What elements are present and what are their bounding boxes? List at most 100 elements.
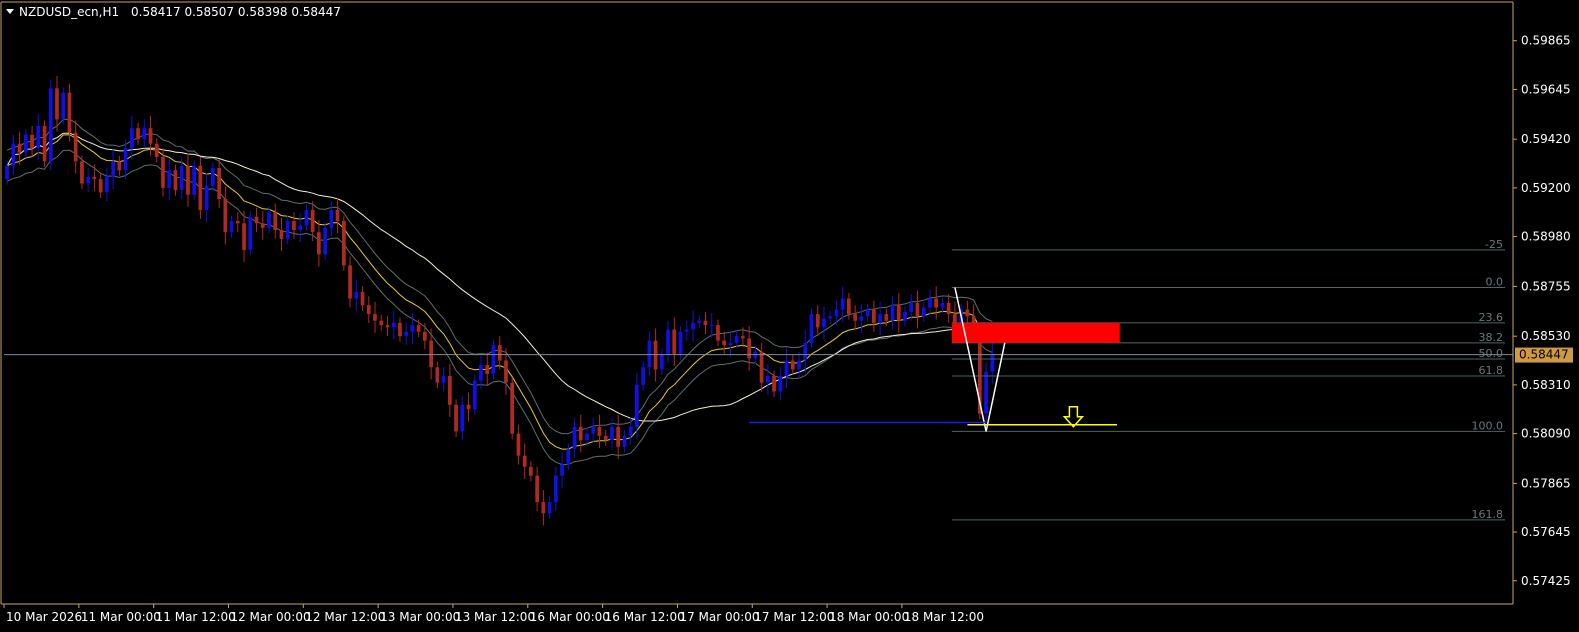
candle-body	[815, 314, 820, 328]
candle-body	[260, 223, 265, 228]
candle-body	[896, 305, 901, 321]
candle-body	[728, 342, 733, 345]
fib-level-label: 0.0	[1486, 276, 1504, 289]
candle-body	[884, 314, 889, 321]
candle-body	[903, 311, 907, 321]
candle-body	[154, 143, 159, 157]
candle-body	[890, 305, 895, 321]
candle-body	[479, 365, 483, 381]
time-tick-label: 13 Mar 00:00	[380, 610, 460, 624]
candle-body	[672, 329, 677, 354]
candle-body	[310, 210, 315, 233]
candle-body	[329, 210, 334, 228]
candle-body	[822, 318, 826, 328]
candle-body	[491, 345, 496, 374]
candle-body	[198, 165, 203, 211]
price-tick-label: 0.57865	[1521, 476, 1571, 490]
candle-body	[660, 353, 664, 370]
candle-body	[641, 367, 645, 385]
candle-body	[953, 314, 957, 323]
candle-body	[373, 314, 377, 321]
price-tick-label: 0.58755	[1521, 279, 1571, 293]
candle-body	[859, 316, 864, 321]
candle-body	[616, 426, 620, 447]
candle-body	[11, 143, 16, 166]
time-tick-label: 12 Mar 12:00	[305, 610, 385, 624]
candle-body	[946, 303, 951, 315]
candle-body	[429, 340, 433, 368]
candle-body	[747, 338, 751, 359]
candle-body	[123, 148, 128, 171]
candle-body	[48, 88, 53, 162]
candle-body	[410, 325, 415, 332]
candle-body	[385, 325, 390, 328]
time-tick-label: 16 Mar 00:00	[530, 610, 610, 624]
candle-body	[684, 329, 689, 332]
candle-body	[366, 305, 371, 315]
candle-body	[435, 367, 440, 383]
candle-body	[915, 303, 920, 317]
price-tick-label: 0.59420	[1521, 132, 1571, 146]
candle-body	[379, 320, 384, 326]
candle-body	[703, 320, 708, 326]
candle-body	[560, 464, 564, 476]
candle-body	[784, 360, 789, 376]
current-price-label: 0.58447	[1519, 348, 1569, 362]
candle-body	[990, 353, 995, 372]
candle-body	[73, 132, 78, 162]
fib-level-label: 100.0	[1472, 419, 1504, 432]
candle-body	[30, 134, 34, 149]
time-tick-label: 17 Mar 00:00	[679, 610, 759, 624]
time-tick-label: 18 Mar 12:00	[904, 610, 984, 624]
candle-body	[809, 314, 814, 343]
candle-body	[466, 404, 471, 410]
candle-body	[622, 435, 627, 447]
candle-body	[454, 404, 458, 432]
candle-body	[391, 322, 396, 328]
candle-body	[566, 449, 571, 465]
candle-body	[516, 433, 521, 456]
candle-body	[828, 316, 832, 319]
candle-body	[17, 143, 22, 153]
time-tick-label: 16 Mar 12:00	[605, 610, 685, 624]
candle-body	[80, 161, 84, 184]
candle-body	[734, 336, 739, 343]
candle-body	[872, 309, 876, 323]
candle-body	[603, 435, 608, 441]
candle-body	[61, 92, 66, 120]
candle-body	[585, 433, 589, 441]
fib-level-label: -25	[1485, 238, 1503, 251]
symbol-label: NZDUSD_ecn,H1	[19, 5, 119, 19]
candle-body	[36, 125, 41, 148]
candle-body	[709, 325, 714, 327]
candle-body	[647, 340, 652, 368]
candle-body	[460, 404, 465, 432]
candle-body	[716, 325, 720, 341]
candle-body	[335, 210, 340, 222]
price-tick-label: 0.58530	[1521, 329, 1571, 343]
price-chart[interactable]: -25 0.0 23.6 38.2 50.0 61.8 100.0 161.8 0.59865…	[0, 0, 1579, 632]
candle-body	[485, 365, 490, 374]
candle-body	[790, 360, 795, 370]
candle-body	[572, 426, 577, 449]
candle-body	[161, 156, 165, 188]
candle-body	[940, 303, 945, 308]
fib-level-label: 23.6	[1479, 311, 1504, 324]
candle-body	[853, 314, 857, 321]
candle-body	[298, 225, 302, 230]
candle-body	[847, 298, 851, 315]
candle-body	[5, 165, 9, 180]
candle-body	[797, 360, 801, 370]
candle-body	[192, 165, 196, 195]
candle-body	[354, 291, 359, 299]
candle-body	[522, 455, 527, 467]
candle-body	[766, 376, 770, 383]
candle-body	[348, 265, 352, 299]
price-tick-label: 0.57425	[1521, 574, 1571, 588]
time-tick-label: 11 Mar 00:00	[81, 610, 161, 624]
time-tick-label: 10 Mar 2026	[6, 610, 82, 624]
fib-level-label: 61.8	[1479, 364, 1504, 377]
candle-body	[510, 382, 514, 434]
candle-body	[578, 426, 583, 441]
candle-body	[691, 322, 695, 330]
